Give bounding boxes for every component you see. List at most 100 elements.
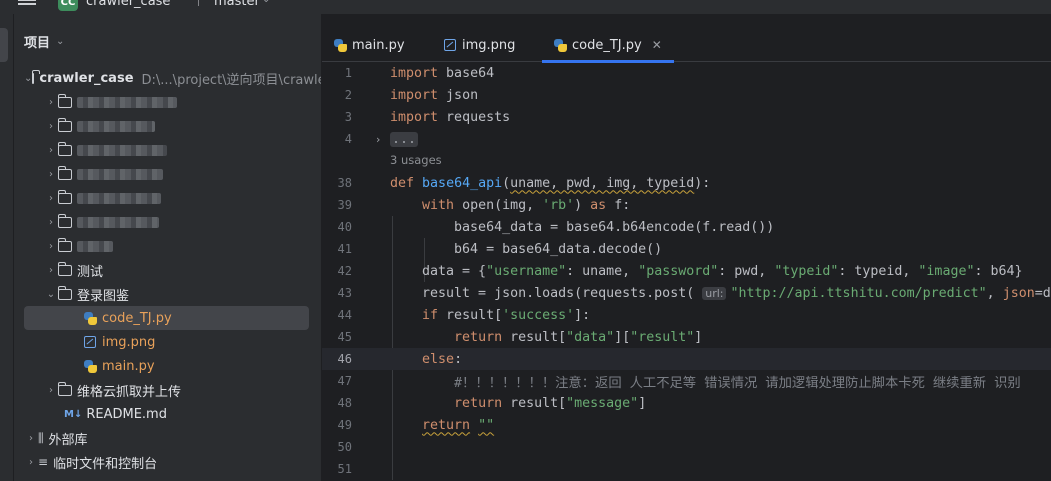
folder-icon	[31, 69, 40, 84]
tab-img-png[interactable]: img.png	[444, 28, 515, 62]
main-menu-icon[interactable]	[18, 0, 40, 13]
line-number: 1	[344, 66, 352, 80]
tree-file-img[interactable]: img.png	[14, 330, 321, 354]
tree-folder-redacted[interactable]: ›	[14, 162, 321, 186]
panel-title: 项目	[24, 36, 51, 51]
tree-folder-redacted[interactable]: ›	[14, 90, 321, 114]
branch-selector[interactable]: master	[214, 0, 260, 9]
chevron-right-icon[interactable]: ›	[44, 145, 58, 156]
folder-icon	[57, 117, 72, 132]
image-file-icon	[84, 336, 96, 348]
redacted-label	[77, 240, 113, 252]
fold-expand-icon[interactable]: ›	[376, 133, 380, 146]
tree-item-label: 测试	[77, 264, 104, 280]
code-line[interactable]: 2 import json	[322, 84, 1051, 106]
code-line[interactable]: 39 with open(img, 'rb') as f:	[322, 194, 1051, 216]
chevron-down-icon[interactable]: ⌄	[262, 0, 270, 5]
redacted-label	[77, 120, 155, 132]
chevron-right-icon[interactable]: ›	[44, 193, 58, 204]
chevron-right-icon[interactable]: ›	[44, 217, 58, 228]
chevron-right-icon[interactable]: ›	[44, 169, 58, 180]
parameter-hint: url:	[702, 286, 727, 300]
tree-folder-redacted[interactable]: ›	[14, 114, 321, 138]
code-line[interactable]: 51	[322, 458, 1051, 480]
line-number: 38	[337, 176, 352, 190]
code-line[interactable]: 48 return result["message"]	[322, 392, 1051, 414]
usages-hint[interactable]: 3 usages	[322, 150, 1051, 170]
folded-region[interactable]: ...	[390, 131, 419, 147]
folder-icon	[57, 237, 72, 252]
chevron-down-icon[interactable]: ⌄	[24, 73, 32, 84]
code-line[interactable]: 42 data = {"username": uname, "password"…	[322, 260, 1051, 282]
tree-item-label: 临时文件和控制台	[53, 456, 158, 472]
line-number: 48	[337, 396, 352, 410]
code-line[interactable]: 1 import base64	[322, 62, 1051, 84]
chevron-right-icon[interactable]: ›	[24, 457, 38, 468]
tree-item-label: img.png	[102, 334, 156, 350]
chevron-right-icon[interactable]: ›	[44, 97, 58, 108]
chevron-down-icon[interactable]: ⌄	[163, 0, 171, 5]
code-line[interactable]: 43 result = json.loads(requests.post( ur…	[322, 282, 1051, 304]
line-number: 42	[337, 264, 352, 278]
python-file-icon	[334, 38, 347, 52]
chevron-down-icon[interactable]: ⌄	[44, 289, 58, 300]
tree-folder-redacted[interactable]: ›	[14, 210, 321, 234]
tree-file-readme[interactable]: M↓ README.md	[14, 402, 321, 426]
code-line[interactable]: 47 #！！！！！！！注意：返回 人工不足等 错误情况 请加逻辑处理防止脚本卡死…	[322, 370, 1051, 392]
tree-folder-redacted[interactable]: ›	[14, 186, 321, 210]
code-line[interactable]: 38 def base64_api(uname, pwd, img, typei…	[322, 172, 1051, 194]
tree-folder-vika[interactable]: › 维格云抓取并上传	[14, 378, 321, 402]
chevron-right-icon[interactable]: ›	[44, 121, 58, 132]
line-number: 3	[344, 110, 352, 124]
code-line[interactable]: 41 b64 = base64_data.decode()	[322, 238, 1051, 260]
python-file-icon	[84, 359, 97, 373]
code-line[interactable]: 40 base64_data = base64.b64encode(f.read…	[322, 216, 1051, 238]
line-number: 4	[344, 132, 352, 146]
editor-tabbar: main.py img.png code_TJ.py ✕	[322, 28, 1051, 63]
tree-folder-test[interactable]: › 测试	[14, 258, 321, 282]
redacted-label	[77, 192, 161, 204]
tree-external-libraries[interactable]: › ⫼ 外部库	[14, 426, 321, 450]
code-line[interactable]: 3 import requests	[322, 106, 1051, 128]
folder-icon	[57, 285, 72, 300]
tree-file-main[interactable]: main.py	[14, 354, 321, 378]
tab-code-tj-py[interactable]: code_TJ.py ✕	[542, 28, 674, 63]
code-line[interactable]: 50	[322, 436, 1051, 458]
tree-folder-redacted[interactable]: ›	[14, 234, 321, 258]
tab-main-py[interactable]: main.py	[334, 28, 405, 62]
line-number: 46	[337, 352, 352, 366]
chevron-right-icon[interactable]: ›	[44, 241, 58, 252]
project-panel-header[interactable]: 项目 ⌄	[24, 32, 64, 51]
chevron-down-icon[interactable]: ⌄	[56, 36, 64, 47]
line-number: 2	[344, 88, 352, 102]
branch-icon: ᛘ	[195, 0, 203, 8]
redacted-label	[77, 168, 163, 180]
project-tool-button[interactable]	[0, 28, 8, 62]
code-line[interactable]: 44 if result['success']:	[322, 304, 1051, 326]
tab-label: img.png	[462, 37, 516, 53]
line-number: 51	[337, 462, 352, 476]
redacted-label	[77, 96, 177, 108]
line-number: 44	[337, 308, 352, 322]
tree-file-code-tj[interactable]: code_TJ.py	[24, 306, 309, 330]
code-line[interactable]: 49 return ""	[322, 414, 1051, 436]
root-path: D:\...\project\逆向项目\crawler	[141, 72, 322, 88]
tree-folder-login-captcha[interactable]: ⌄ 登录图鉴	[14, 282, 321, 306]
project-badge[interactable]: CC	[58, 0, 78, 11]
tree-folder-redacted[interactable]: ›	[14, 138, 321, 162]
code-line-folded[interactable]: 4 › ...	[322, 128, 1051, 150]
line-number: 50	[337, 440, 352, 454]
code-line-current[interactable]: 46 else:	[322, 348, 1051, 370]
tree-item-label: 登录图鉴	[77, 288, 130, 304]
chevron-right-icon[interactable]: ›	[24, 433, 38, 444]
project-selector[interactable]: crawler_case	[86, 0, 170, 9]
chevron-right-icon[interactable]: ›	[44, 265, 58, 276]
close-icon[interactable]: ✕	[652, 38, 662, 52]
redacted-label	[77, 144, 167, 156]
chevron-right-icon[interactable]: ›	[44, 385, 58, 396]
tree-root[interactable]: ⌄ crawler_case D:\...\project\逆向项目\crawl…	[14, 66, 322, 90]
tree-scratches[interactable]: › ≡ 临时文件和控制台	[14, 450, 321, 474]
code-line[interactable]: 45 return result["data"]["result"]	[322, 326, 1051, 348]
folder-icon	[57, 381, 72, 396]
tree-item-label: README.md	[86, 406, 167, 422]
